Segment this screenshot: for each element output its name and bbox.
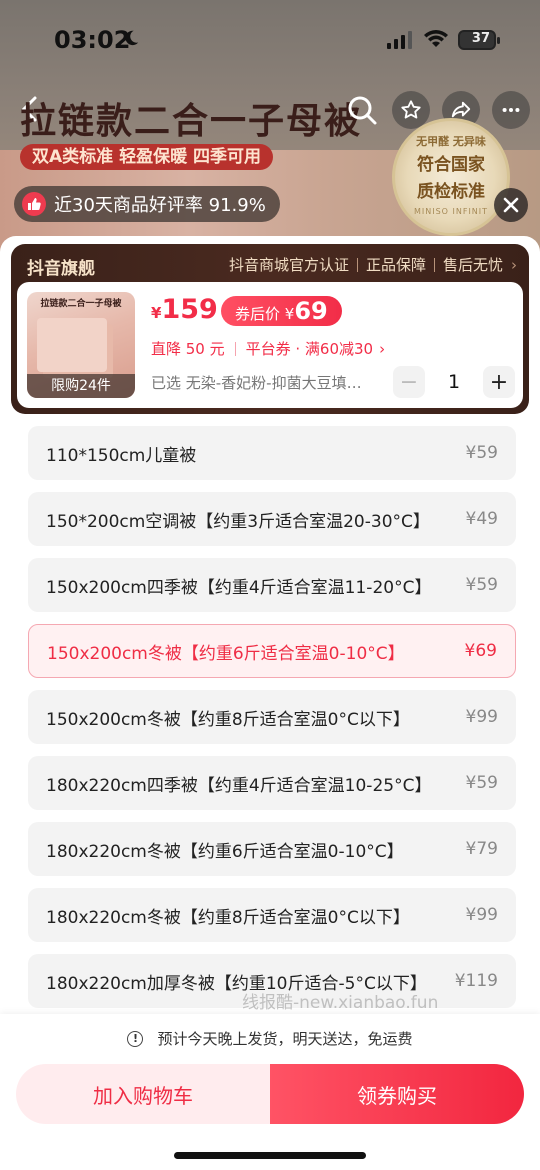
product-page-backdrop: 03:02 37 拉链款二合一子母被 双A类标准 轻盈保暖 四季可用 无甲醛 无…	[0, 0, 540, 260]
size-option-list: 110*150cm儿童被 ¥59 150*200cm空调被【约重3斤适合室温20-3…	[28, 426, 516, 1020]
add-to-cart-button[interactable]: 加入购物车	[16, 1064, 270, 1124]
chevron-right-icon: ›	[511, 255, 517, 274]
home-indicator	[174, 1152, 366, 1159]
size-option[interactable]: 150x200cm冬被【约重6斤适合室温0-10°C】 ¥69	[28, 624, 516, 678]
buy-with-coupon-button[interactable]: 领券购买	[270, 1064, 524, 1124]
size-option-label: 150x200cm冬被【约重6斤适合室温0-10°C】	[47, 643, 405, 664]
watermark: 线报酷-new.xianbao.fun	[242, 993, 439, 1013]
size-option[interactable]: 110*150cm儿童被 ¥59	[28, 426, 516, 480]
size-option-label: 150*200cm空调被【约重3斤适合室温20-30°C】	[46, 511, 430, 532]
cert-main-line1: 符合国家	[417, 155, 485, 175]
thumbnail-title: 拉链款二合一子母被	[40, 299, 122, 309]
size-option[interactable]: 180x220cm冬被【约重6斤适合室温0-10°C】 ¥79	[28, 822, 516, 876]
platform-coupon-link[interactable]: 平台券 · 满60减30	[246, 338, 373, 359]
search-icon[interactable]	[345, 93, 379, 127]
promo-line: 直降 50 元 平台券 · 满60减30 ›	[151, 338, 385, 359]
quantity-stepper: − 1 +	[393, 366, 515, 398]
size-option[interactable]: 150x200cm四季被【约重4斤适合室温11-20°C】 ¥59	[28, 558, 516, 612]
banner-subtitle: 双A类标准 轻盈保暖 四季可用	[20, 144, 273, 170]
size-option-label: 150x200cm冬被【约重8斤适合室温0°C以下】	[46, 709, 410, 730]
rating-pill: 近30天商品好评率 91.9%	[14, 186, 280, 222]
size-option-price: ¥59	[465, 773, 498, 793]
currency-symbol: ¥	[151, 304, 162, 322]
product-thumbnail[interactable]: 拉链款二合一子母被 限购24件	[27, 292, 135, 398]
cert-bottom-text: MINISO INFINIT	[413, 207, 489, 216]
coupon-price-tag: 券后价 ¥69	[221, 296, 342, 326]
battery-icon: 37	[458, 30, 500, 50]
chevron-right-icon: ›	[379, 339, 386, 358]
size-option-price: ¥59	[465, 575, 498, 595]
signal-icon	[387, 31, 412, 49]
size-option-label: 180x220cm四季被【约重4斤适合室温10-25°C】	[46, 775, 432, 796]
size-option[interactable]: 150*200cm空调被【约重3斤适合室温20-30°C】 ¥49	[28, 492, 516, 546]
store-badge-aftersale: 售后无忧	[442, 256, 503, 274]
close-icon	[503, 197, 519, 213]
moon-icon	[125, 30, 139, 46]
store-badge-official: 抖音商城官方认证	[228, 256, 349, 274]
purchase-limit: 限购24件	[27, 374, 135, 398]
decrease-quantity-button[interactable]: −	[393, 366, 425, 398]
store-badge-genuine: 正品保障	[365, 256, 426, 274]
wifi-icon	[424, 30, 448, 47]
quilt-image	[37, 318, 107, 372]
promo-divider	[234, 341, 236, 356]
discount-text: 直降 50 元	[151, 340, 225, 358]
size-option-price: ¥69	[464, 641, 497, 661]
size-option[interactable]: 180x220cm冬被【约重8斤适合室温0°C以下】 ¥99	[28, 888, 516, 942]
size-option-label: 110*150cm儿童被	[46, 445, 197, 466]
status-bar: 03:02 37	[0, 0, 540, 80]
size-option-price: ¥119	[454, 971, 498, 991]
size-option-label: 180x220cm冬被【约重8斤适合室温0°C以下】	[46, 907, 410, 928]
purchase-footer: ! 预计今天晚上发货，明天送达，免运费 加入购物车 领券购买	[0, 1014, 540, 1170]
selected-variant: 已选 无染-香妃粉-抑菌大豆填…	[151, 374, 362, 392]
badge-divider	[356, 257, 358, 272]
shipping-note: ! 预计今天晚上发货，明天送达，免运费	[0, 1028, 540, 1049]
action-buttons: 加入购物车 领券购买	[16, 1064, 524, 1124]
banner-title: 拉链款二合一子母被	[20, 101, 363, 142]
increase-quantity-button[interactable]: +	[483, 366, 515, 398]
more-button[interactable]	[492, 91, 530, 129]
more-dots-icon	[502, 107, 520, 113]
product-summary: 拉链款二合一子母被 限购24件 ¥159 券后价 ¥69 直降 50 元 平台券…	[17, 282, 523, 408]
size-option-price: ¥49	[465, 509, 498, 529]
cert-top-text: 无甲醛 无异味	[416, 135, 486, 148]
coupon-price-value: 69	[294, 297, 328, 325]
size-option-price: ¥59	[465, 443, 498, 463]
sku-selection-sheet: 抖音旗舰 抖音商城官方认证 正品保障 售后无忧 › 拉链款二合一子母被 限购24…	[0, 236, 540, 1170]
close-sheet-button[interactable]	[494, 188, 528, 222]
size-option-price: ¥79	[465, 839, 498, 859]
size-option[interactable]: 180x220cm四季被【约重4斤适合室温10-25°C】 ¥59	[28, 756, 516, 810]
badge-divider	[433, 257, 435, 272]
cert-main-line2: 质检标准	[417, 182, 485, 202]
star-icon	[401, 100, 421, 119]
thumbs-up-icon	[22, 192, 46, 216]
price-value: 159	[161, 294, 218, 325]
store-card: 抖音旗舰 抖音商城官方认证 正品保障 售后无忧 › 拉链款二合一子母被 限购24…	[11, 244, 529, 414]
size-option-label: 180x220cm冬被【约重6斤适合室温0-10°C】	[46, 841, 404, 862]
shipping-text: 预计今天晚上发货，明天送达，免运费	[157, 1030, 413, 1048]
size-option[interactable]: 150x200cm冬被【约重8斤适合室温0°C以下】 ¥99	[28, 690, 516, 744]
store-badges[interactable]: 抖音商城官方认证 正品保障 售后无忧 ›	[229, 254, 517, 275]
certification-badge: 无甲醛 无异味 符合国家 质检标准 MINISO INFINIT	[392, 118, 510, 236]
size-option-price: ¥99	[465, 707, 498, 727]
rating-text: 近30天商品好评率 91.9%	[54, 195, 266, 216]
status-time: 03:02	[54, 26, 131, 54]
size-option-label: 150x200cm四季被【约重4斤适合室温11-20°C】	[46, 577, 432, 598]
store-name: 抖音旗舰	[27, 259, 95, 279]
product-price: ¥159	[151, 294, 218, 325]
size-option-price: ¥99	[465, 905, 498, 925]
battery-level: 37	[471, 31, 490, 46]
info-icon: !	[127, 1030, 144, 1047]
coupon-price-label: 券后价 ¥	[235, 305, 295, 323]
quantity-value[interactable]: 1	[425, 371, 483, 393]
